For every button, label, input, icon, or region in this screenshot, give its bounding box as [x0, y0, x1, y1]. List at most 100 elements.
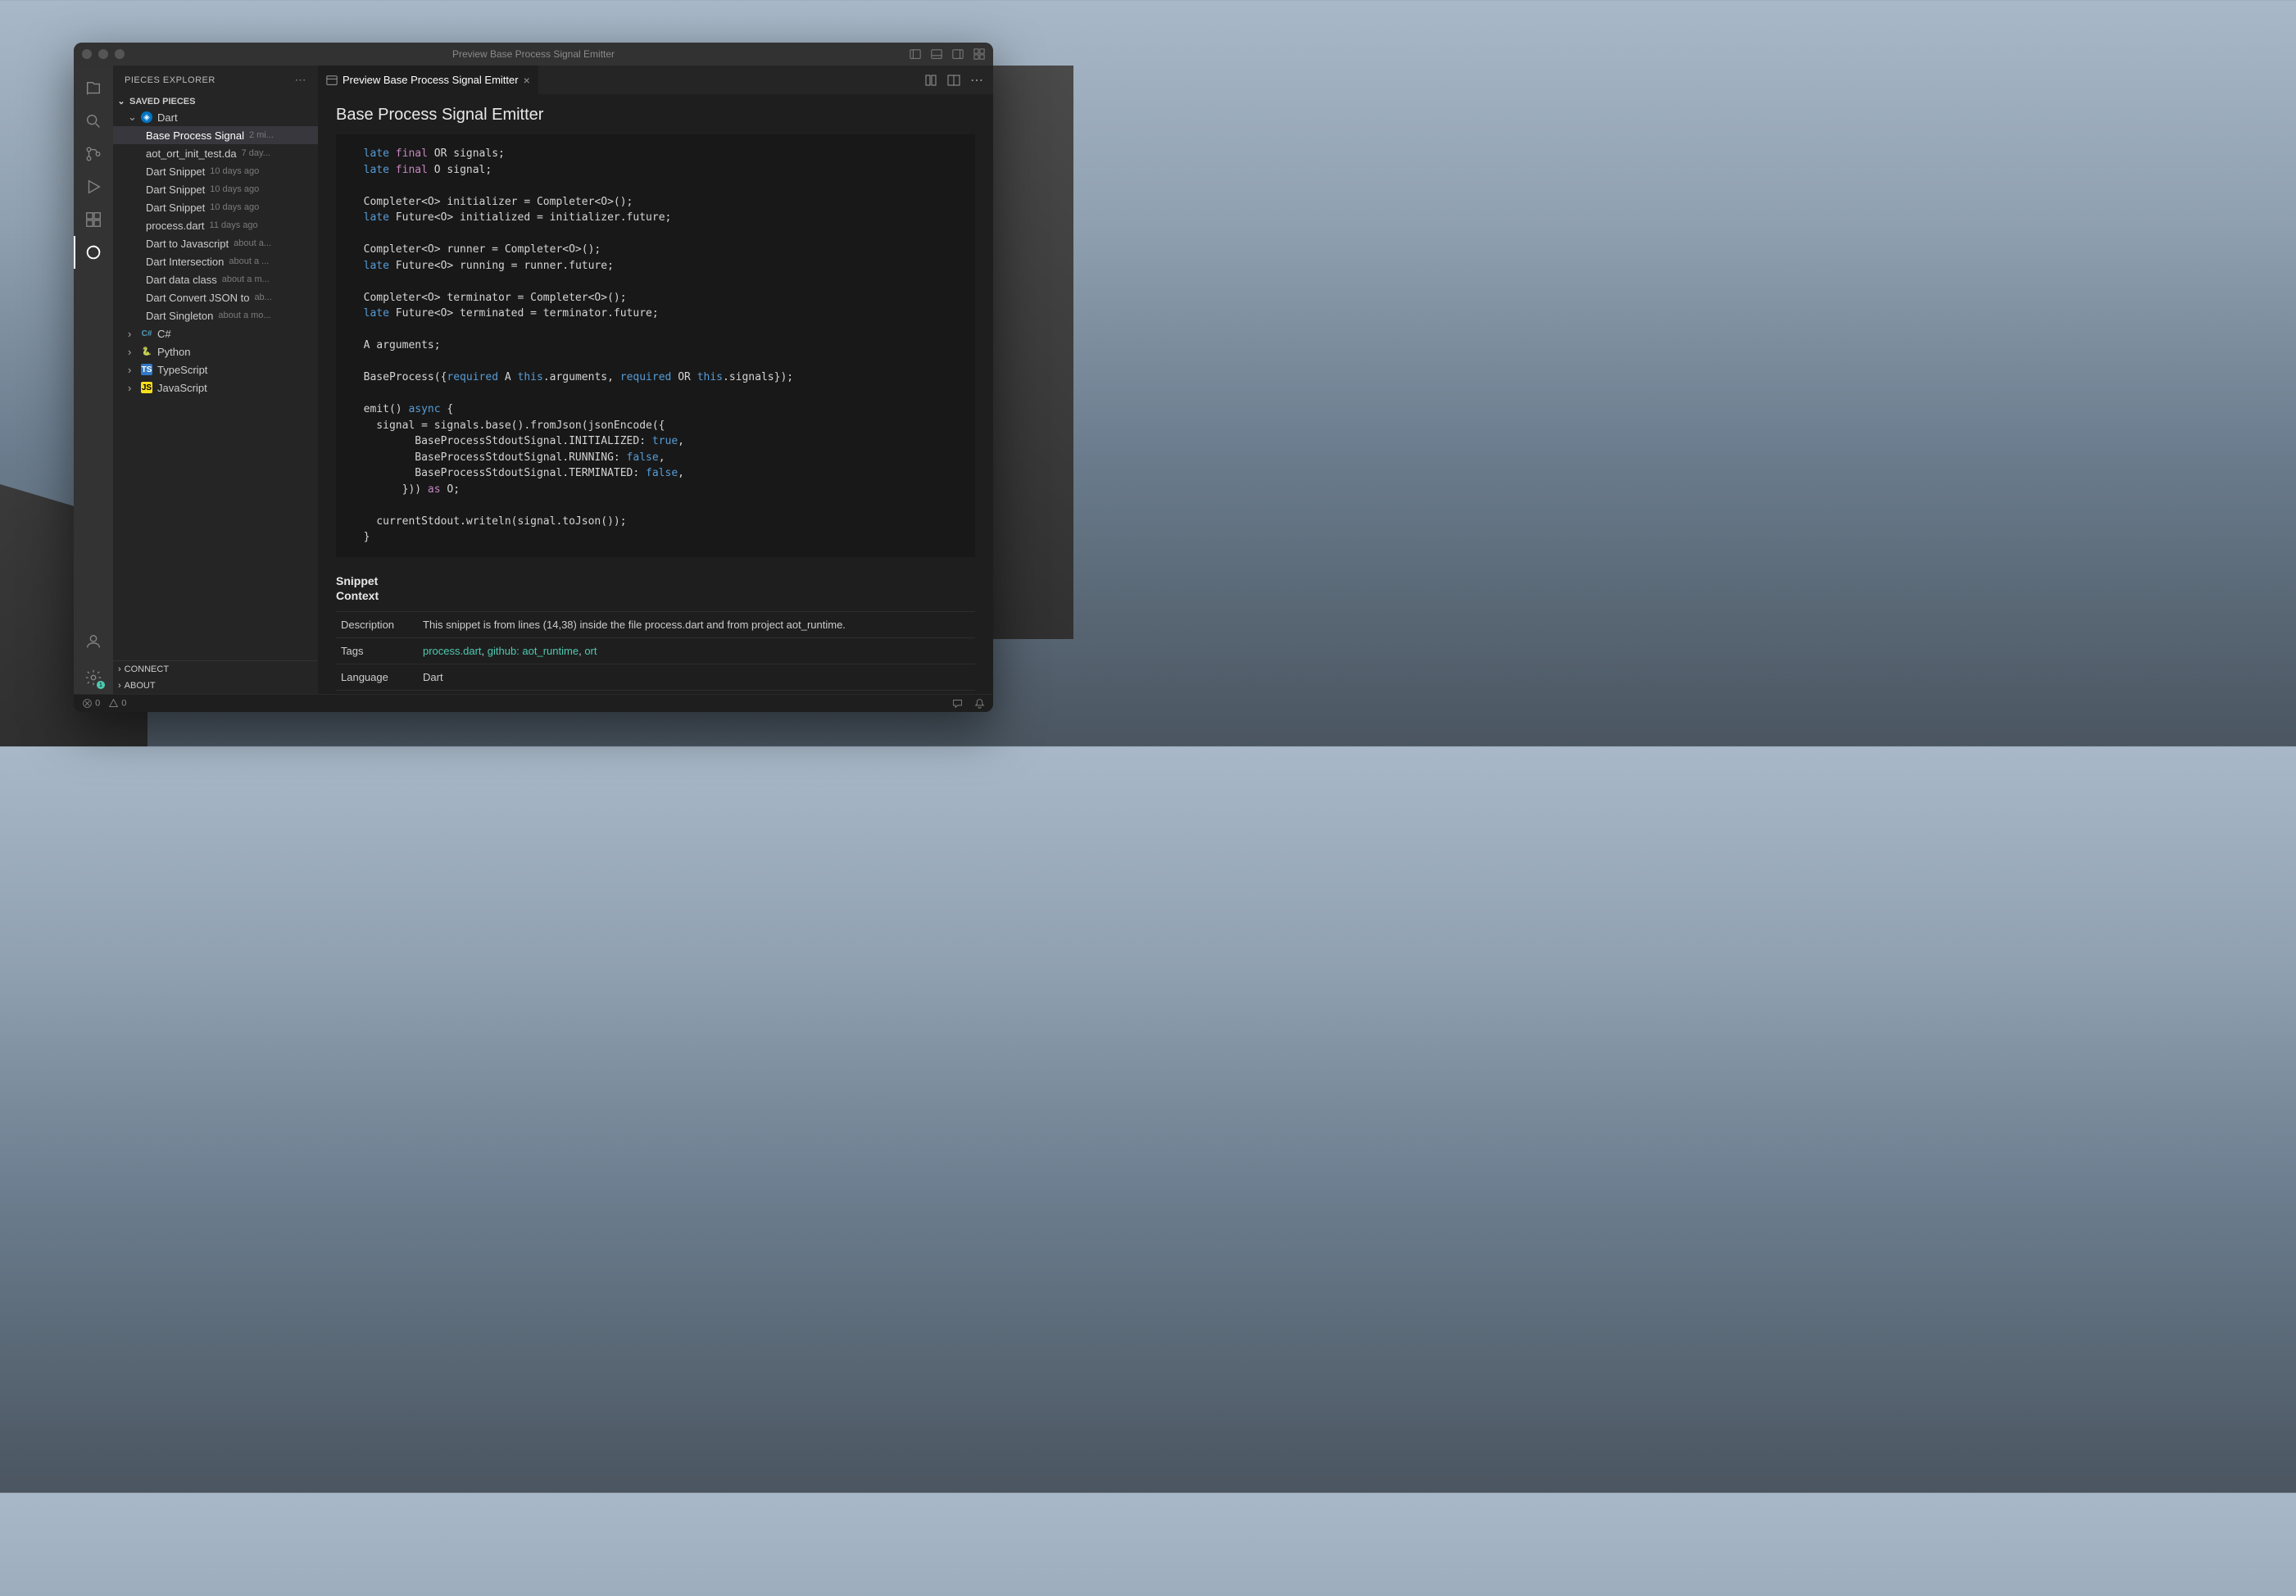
minimize-window-button[interactable] [98, 49, 108, 59]
vscode-window: Preview Base Process Signal Emitter [74, 43, 993, 712]
tree-item[interactable]: aot_ort_init_test.da 7 day... [113, 144, 318, 162]
item-meta: 10 days ago [210, 184, 259, 194]
run-debug-activity[interactable] [74, 170, 113, 203]
status-bar: 0 0 [74, 694, 993, 712]
layout-sidebar-right-icon[interactable] [952, 48, 964, 60]
sidebar: PIECES EXPLORER ⋯ ⌄ SAVED PIECES ⌄ ◈ Dar… [113, 66, 318, 694]
close-tab-icon[interactable]: × [524, 74, 530, 87]
sidebar-title: PIECES EXPLORER [125, 75, 216, 85]
maximize-window-button[interactable] [115, 49, 125, 59]
javascript-icon: JS [141, 382, 152, 393]
status-warnings[interactable]: 0 [108, 698, 126, 709]
chevron-right-icon: › [128, 382, 136, 394]
item-label: Dart Snippet [146, 184, 205, 196]
tree-lang-csharp[interactable]: › C# C# [113, 324, 318, 342]
warning-icon [108, 698, 119, 709]
titlebar: Preview Base Process Signal Emitter [74, 43, 993, 66]
item-label: Dart Snippet [146, 165, 205, 178]
tree-lang-typescript[interactable]: › TS TypeScript [113, 360, 318, 379]
tree-item[interactable]: Dart Intersection about a ... [113, 252, 318, 270]
preview-icon [326, 75, 338, 86]
close-window-button[interactable] [82, 49, 92, 59]
saved-pieces-section[interactable]: ⌄ SAVED PIECES [113, 94, 318, 108]
editor-content[interactable]: Base Process Signal Emitter late final O… [318, 94, 993, 694]
more-actions-icon[interactable]: ⋯ [970, 72, 983, 88]
chevron-right-icon: › [128, 346, 136, 358]
tree-lang-dart[interactable]: ⌄ ◈ Dart [113, 108, 318, 126]
code-block: late final OR signals; late final O sign… [336, 134, 975, 557]
lang-label: JavaScript [157, 382, 207, 394]
meta-row-language: Language Dart [336, 664, 975, 690]
item-meta: about a mo... [218, 311, 270, 320]
search-activity[interactable] [74, 105, 113, 138]
tag[interactable]: github: aot_runtime [488, 645, 579, 657]
sidebar-header: PIECES EXPLORER ⋯ [113, 66, 318, 94]
chevron-right-icon: › [128, 364, 136, 376]
tree-item[interactable]: Dart Snippet 10 days ago [113, 162, 318, 180]
meta-label: Language [336, 664, 418, 690]
accounts-activity[interactable] [74, 625, 113, 658]
layout-sidebar-left-icon[interactable] [910, 48, 921, 60]
about-section[interactable]: › ABOUT [113, 678, 318, 694]
feedback-icon[interactable] [952, 698, 963, 709]
settings-badge-icon: 1 [97, 681, 105, 689]
sidebar-footer: › CONNECT › ABOUT [113, 660, 318, 694]
chevron-right-icon: › [118, 681, 121, 691]
item-label: process.dart [146, 220, 205, 232]
item-label: Dart Convert JSON to [146, 292, 249, 304]
meta-row-tags: Tags process.dart, github: aot_runtime, … [336, 637, 975, 664]
meta-table: Description This snippet is from lines (… [336, 611, 975, 694]
tree-item[interactable]: Dart Snippet 10 days ago [113, 198, 318, 216]
activity-bar: 1 [74, 66, 113, 694]
settings-activity[interactable]: 1 [74, 661, 113, 694]
lang-label: Dart [157, 111, 178, 124]
tag[interactable]: ort [584, 645, 597, 657]
item-meta: 10 days ago [210, 202, 259, 212]
connect-section[interactable]: › CONNECT [113, 661, 318, 678]
source-control-activity[interactable] [74, 138, 113, 170]
lang-label: Python [157, 346, 190, 358]
tree-lang-javascript[interactable]: › JS JavaScript [113, 379, 318, 397]
typescript-icon: TS [141, 364, 152, 375]
extensions-activity[interactable] [74, 203, 113, 236]
meta-label: Tags [336, 637, 418, 664]
tag[interactable]: process.dart [423, 645, 482, 657]
lang-label: C# [157, 328, 171, 340]
section-label: SAVED PIECES [129, 97, 196, 107]
meta-label: Description [336, 611, 418, 637]
meta-value: Dart [418, 664, 975, 690]
tree-item[interactable]: Dart Snippet 10 days ago [113, 180, 318, 198]
bell-icon[interactable] [974, 698, 985, 709]
meta-row-description: Description This snippet is from lines (… [336, 611, 975, 637]
item-meta: about a m... [222, 274, 270, 284]
pieces-tree: ⌄ ◈ Dart Base Process Signal 2 mi... aot… [113, 108, 318, 660]
chevron-down-icon: ⌄ [128, 111, 136, 124]
layout-panel-icon[interactable] [931, 48, 942, 60]
meta-value: process.dart, github: aot_runtime, ort [418, 637, 975, 664]
item-meta: 10 days ago [210, 166, 259, 176]
lang-label: TypeScript [157, 364, 207, 376]
tree-item[interactable]: process.dart 11 days ago [113, 216, 318, 234]
layout-customize-icon[interactable] [973, 48, 985, 60]
tree-item[interactable]: Dart Singleton about a mo... [113, 306, 318, 324]
python-icon: 🐍 [141, 346, 152, 357]
context-header: Snippet Context [336, 574, 975, 603]
tree-lang-python[interactable]: › 🐍 Python [113, 342, 318, 360]
tab-preview[interactable]: Preview Base Process Signal Emitter × [318, 66, 539, 94]
tree-item[interactable]: Dart Convert JSON to ab... [113, 288, 318, 306]
tree-item[interactable]: Dart data class about a m... [113, 270, 318, 288]
sidebar-more-icon[interactable]: ⋯ [295, 73, 307, 87]
pieces-activity[interactable] [74, 236, 113, 269]
error-icon [82, 698, 93, 709]
traffic-lights [82, 49, 125, 59]
editor-area: Preview Base Process Signal Emitter × ⋯ … [318, 66, 993, 694]
tree-item[interactable]: Base Process Signal 2 mi... [113, 126, 318, 144]
tree-item[interactable]: Dart to Javascript about a... [113, 234, 318, 252]
tabs-row: Preview Base Process Signal Emitter × ⋯ [318, 66, 993, 94]
open-changes-icon[interactable] [924, 74, 937, 87]
item-meta: ab... [254, 292, 271, 302]
split-editor-icon[interactable] [947, 74, 960, 87]
explorer-activity[interactable] [74, 72, 113, 105]
item-meta: 11 days ago [210, 220, 258, 230]
status-errors[interactable]: 0 [82, 698, 100, 709]
